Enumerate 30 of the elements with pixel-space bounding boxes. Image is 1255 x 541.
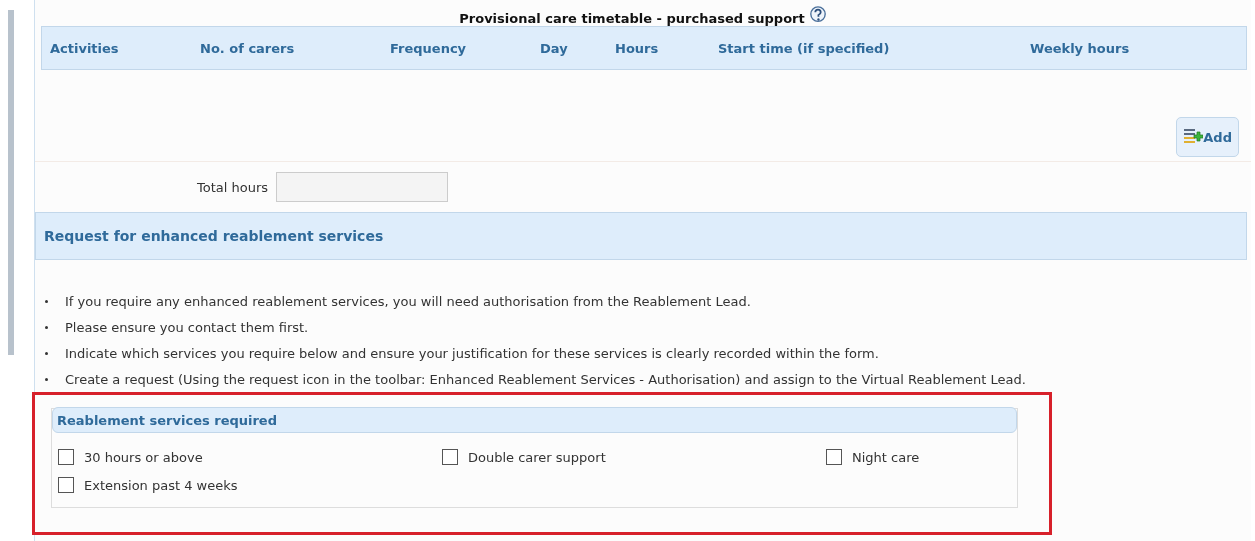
- bullet-icon: [45, 325, 48, 329]
- bullet-icon: [45, 299, 48, 303]
- instruction-text: Create a request (Using the request icon in the toolbar: Enhanced Reablement Services - Authorisation) and assign to the Virtual Reablement Lead.: [65, 371, 1026, 387]
- total-hours-field[interactable]: [276, 172, 449, 202]
- section-header: Request for enhanced reablement services: [35, 212, 1247, 260]
- column-header: Day: [540, 40, 569, 56]
- fieldset-legend: Reablement services required: [52, 407, 1017, 433]
- column-header: Start time (if specified): [718, 40, 891, 56]
- checkbox-label: Double carer support: [468, 449, 606, 465]
- column-header: No. of carers: [200, 40, 296, 56]
- add-button[interactable]: Add: [1176, 117, 1239, 157]
- checkbox-label: Extension past 4 weeks: [84, 477, 238, 493]
- instruction-text: If you require any enhanced reablement services, you will need authorisation from the Reablement Lead.: [65, 293, 751, 309]
- column-header: Weekly hours: [1030, 40, 1131, 56]
- checkbox-label: 30 hours or above: [84, 449, 203, 465]
- table-title: Provisional care timetable - purchased support: [459, 10, 805, 26]
- checkbox[interactable]: [826, 449, 842, 465]
- bullet-icon: [45, 351, 48, 355]
- column-header: Activities: [50, 40, 120, 56]
- total-hours-label: Total hours: [197, 179, 269, 195]
- instruction-text: Please ensure you contact them first.: [65, 319, 309, 335]
- checkbox-label: Night care: [852, 449, 920, 465]
- column-header: Frequency: [390, 40, 468, 56]
- checkbox[interactable]: [442, 449, 458, 465]
- instruction-text: Indicate which services you require below and ensure your justification for these services is clearly recorded within the form.: [65, 345, 879, 361]
- bullet-icon: [45, 377, 48, 381]
- checkbox[interactable]: [58, 449, 74, 465]
- checkbox[interactable]: [58, 477, 74, 493]
- column-header: Hours: [615, 40, 660, 56]
- help-icon[interactable]: [808, 6, 827, 24]
